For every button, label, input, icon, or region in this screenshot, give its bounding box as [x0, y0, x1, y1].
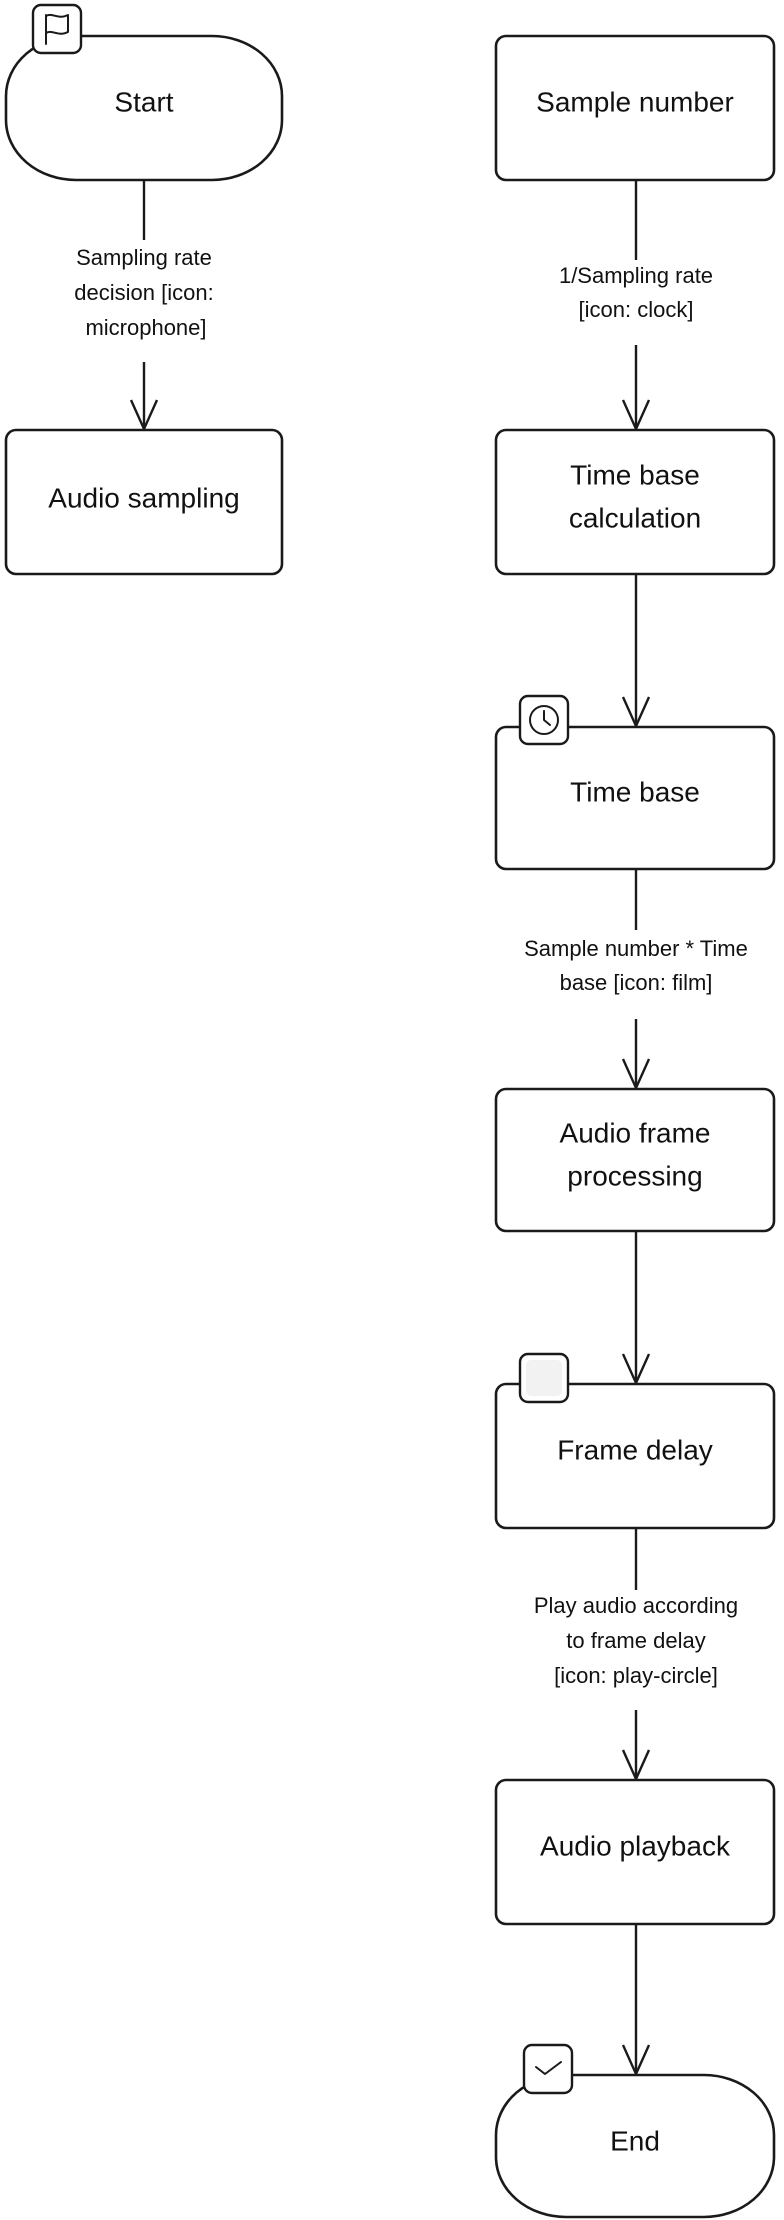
node-label: End	[610, 2125, 660, 2156]
edge-start-to-audio-sampling: Sampling rate decision [icon: microphone…	[74, 180, 214, 432]
node-sample-number[interactable]: Sample number	[494, 34, 776, 182]
edge-label-line: Sampling rate	[76, 245, 212, 270]
node-audio-playback[interactable]: Audio playback	[494, 1778, 776, 1926]
edge-label-line: [icon: clock]	[579, 297, 694, 322]
edge-frame-delay-to-audio-playback: Play audio according to frame delay [ico…	[534, 1528, 738, 1782]
edge-label-line: base [icon: film]	[560, 970, 713, 995]
edge-label-line: microphone]	[85, 315, 206, 340]
node-label-line: Time base	[570, 459, 700, 490]
node-audio-frame-processing[interactable]: Audio frame processing	[494, 1087, 776, 1233]
node-label: Sample number	[536, 86, 734, 117]
node-audio-sampling[interactable]: Audio sampling	[4, 428, 284, 576]
node-label: Time base	[570, 776, 700, 807]
edge-time-base-to-audio-frame-processing: Sample number * Time base [icon: film]	[524, 869, 748, 1091]
edge-label-line: Sample number * Time	[524, 936, 748, 961]
edge-audio-frame-processing-to-frame-delay	[621, 1231, 651, 1386]
node-label: Audio sampling	[48, 482, 239, 513]
node-time-base-calculation[interactable]: Time base calculation	[494, 428, 776, 576]
edge-label-line: Play audio according	[534, 1593, 738, 1618]
check-icon	[522, 2043, 574, 2095]
edge-audio-playback-to-end	[621, 1924, 651, 2077]
node-label-line: calculation	[569, 502, 701, 533]
clock-icon	[518, 694, 570, 746]
edge-label-line: to frame delay	[566, 1628, 705, 1653]
node-label-line: processing	[567, 1160, 702, 1191]
edge-time-base-calculation-to-time-base	[621, 574, 651, 729]
blank-icon	[518, 1352, 570, 1404]
edge-label-line: 1/Sampling rate	[559, 263, 713, 288]
edge-label-line: decision [icon:	[74, 280, 213, 305]
flowchart-canvas: Sampling rate decision [icon: microphone…	[4, 3, 776, 2219]
edge-sample-number-to-time-base-calculation: 1/Sampling rate [icon: clock]	[559, 180, 713, 432]
flag-icon	[31, 3, 83, 55]
edge-label-line: [icon: play-circle]	[554, 1663, 718, 1688]
node-label: Audio playback	[540, 1830, 731, 1861]
node-label: Frame delay	[557, 1434, 713, 1465]
node-start[interactable]: Start	[4, 3, 284, 182]
node-label: Start	[114, 86, 173, 117]
node-label-line: Audio frame	[560, 1117, 711, 1148]
